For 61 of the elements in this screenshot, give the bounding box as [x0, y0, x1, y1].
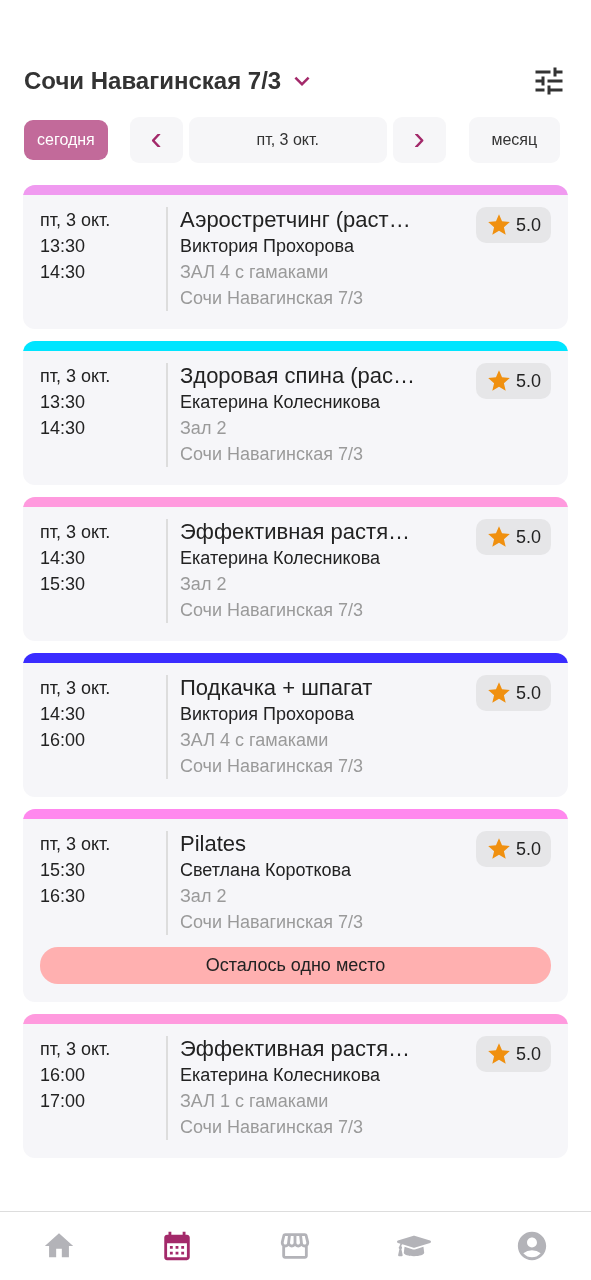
trainer-name: Светлана Короткова	[180, 859, 352, 882]
start-time: 14:30	[40, 703, 87, 726]
start-time: 16:00	[40, 1064, 87, 1087]
class-date: пт, 3 окт.	[40, 209, 112, 232]
trainer-name: Екатерина Колесникова	[180, 391, 382, 414]
class-address: Сочи Навагинская 7/3	[180, 755, 365, 778]
class-card[interactable]: пт, 3 окт. 16:00 17:00 Эффективная растя… Екатерина Колесникова ЗАЛ 1 с гамаками Сочи Навагинская 7/3 5.0	[23, 1014, 568, 1158]
start-time: 14:30	[40, 547, 87, 570]
class-date: пт, 3 окт.	[40, 677, 112, 700]
trainer-name: Екатерина Колесникова	[180, 547, 382, 570]
trainer-name: Виктория Прохорова	[180, 703, 355, 726]
rating-value: 5.0	[515, 214, 541, 236]
class-date: пт, 3 окт.	[40, 521, 112, 544]
class-title: Здоровая спина (рас…	[180, 363, 417, 389]
class-title: Pilates	[180, 831, 248, 857]
rating-value: 5.0	[515, 1043, 541, 1065]
class-address: Сочи Навагинская 7/3	[180, 599, 365, 622]
start-time: 13:30	[40, 235, 87, 258]
end-time: 14:30	[40, 261, 87, 284]
class-card[interactable]: пт, 3 окт. 14:30 16:00 Подкачка + шпагат Виктория Прохорова ЗАЛ 4 с гамаками Сочи Навагинская 7/3 5.0	[23, 653, 568, 797]
location-title[interactable]: Сочи Навагинская 7/3	[24, 67, 282, 95]
class-title: Эффективная растя…	[180, 1036, 412, 1062]
availability-notice: Осталось одно место	[40, 947, 551, 984]
end-time: 14:30	[40, 417, 87, 440]
class-title: Подкачка + шпагат	[180, 675, 374, 701]
date-button[interactable]: пт, 3 окт.	[188, 117, 387, 163]
trainer-name: Виктория Прохорова	[180, 235, 355, 258]
rating-value: 5.0	[515, 838, 541, 860]
start-time: 13:30	[40, 391, 87, 414]
trainer-name: Екатерина Колесникова	[180, 1064, 382, 1087]
room-name: Зал 2	[180, 885, 228, 908]
end-time: 17:00	[40, 1090, 87, 1113]
month-button[interactable]: месяц	[468, 117, 560, 163]
today-button[interactable]: сегодня	[24, 120, 108, 160]
class-date: пт, 3 окт.	[40, 833, 112, 856]
class-card[interactable]: пт, 3 окт. 14:30 15:30 Эффективная растя… Екатерина Колесникова Зал 2 Сочи Навагинская 7/3 5.0	[23, 497, 568, 641]
class-address: Сочи Навагинская 7/3	[180, 443, 365, 466]
class-date: пт, 3 окт.	[40, 1038, 112, 1061]
class-card[interactable]: пт, 3 окт. 13:30 14:30 Здоровая спина (рас… Екатерина Колесникова Зал 2 Сочи Навагинская 7/3 5.0	[23, 341, 568, 485]
room-name: Зал 2	[180, 417, 228, 440]
rating-value: 5.0	[515, 526, 541, 548]
class-address: Сочи Навагинская 7/3	[180, 287, 365, 310]
rating-value: 5.0	[515, 682, 541, 704]
end-time: 16:30	[40, 885, 87, 908]
end-time: 16:00	[40, 729, 87, 752]
class-address: Сочи Навагинская 7/3	[180, 911, 365, 934]
class-title: Эффективная растя…	[180, 519, 412, 545]
class-address: Сочи Навагинская 7/3	[180, 1116, 365, 1139]
class-date: пт, 3 окт.	[40, 365, 112, 388]
rating-value: 5.0	[515, 370, 541, 392]
room-name: ЗАЛ 1 с гамаками	[180, 1090, 330, 1113]
class-title: Аэростретчинг (раст…	[180, 207, 412, 233]
room-name: ЗАЛ 4 с гамаками	[180, 729, 330, 752]
class-card[interactable]: пт, 3 окт. 13:30 14:30 Аэростретчинг (раст… Виктория Прохорова ЗАЛ 4 с гамаками Сочи Навагинская 7/3 5.0	[23, 185, 568, 329]
start-time: 15:30	[40, 859, 87, 882]
end-time: 15:30	[40, 573, 87, 596]
next-button[interactable]: ›	[392, 117, 446, 163]
class-card[interactable]: пт, 3 окт. 15:30 16:30 Pilates Светлана Короткова Зал 2 Сочи Навагинская 7/3 5.0 Осталось одно место	[23, 809, 568, 1002]
room-name: ЗАЛ 4 с гамаками	[180, 261, 330, 284]
previous-button[interactable]: ‹	[129, 117, 183, 163]
room-name: Зал 2	[180, 573, 228, 596]
